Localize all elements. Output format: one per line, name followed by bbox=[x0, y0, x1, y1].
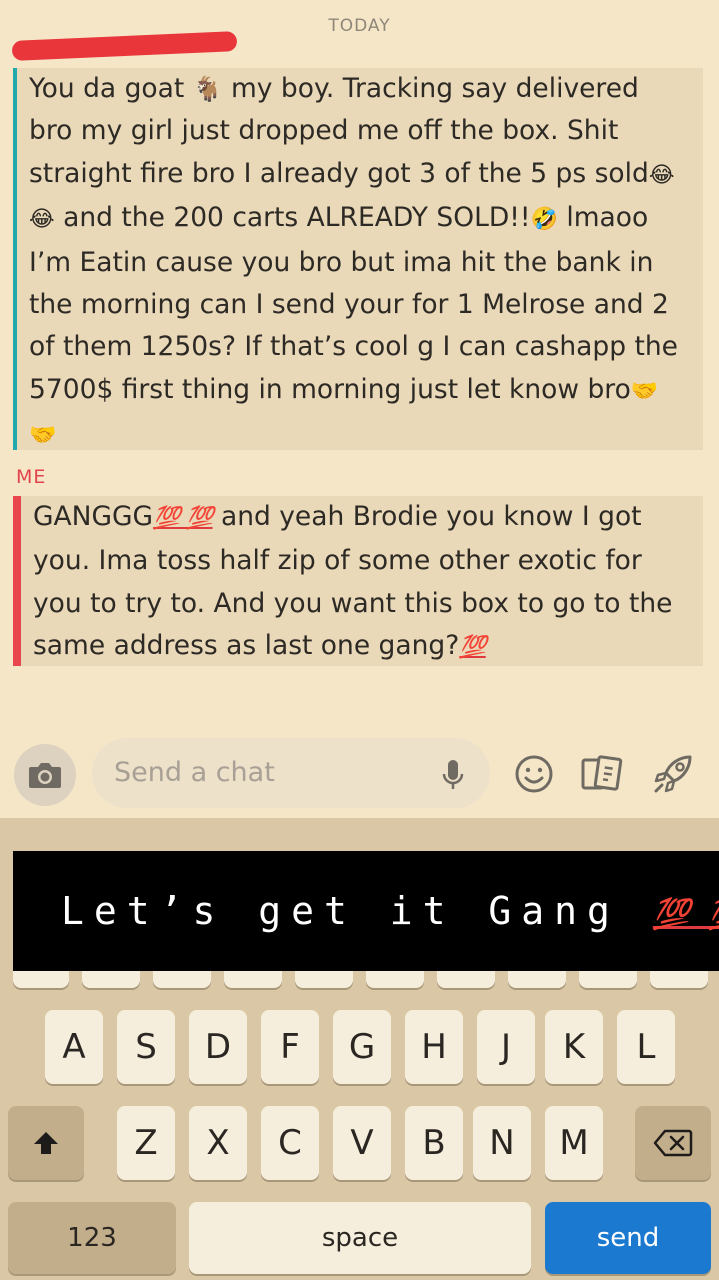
key-j[interactable]: J bbox=[477, 1010, 535, 1084]
key-d[interactable]: D bbox=[189, 1010, 247, 1084]
emoji-button[interactable] bbox=[512, 752, 556, 796]
shift-key[interactable] bbox=[8, 1106, 84, 1180]
outgoing-message: GANGGG💯 💯 and yeah Brodie you know I got… bbox=[13, 496, 703, 666]
send-chat-input[interactable] bbox=[114, 752, 424, 792]
chat-composer bbox=[0, 736, 719, 812]
sender-label-me: ME bbox=[16, 466, 47, 488]
key-b[interactable]: B bbox=[405, 1106, 463, 1180]
caption-text: Let’s get it Gang 💯 💯 bbox=[13, 889, 719, 933]
hundred-points-emoji: 💯 bbox=[459, 635, 486, 661]
rocket-icon bbox=[654, 755, 692, 793]
goat-emoji: 🐐 bbox=[192, 75, 223, 103]
key-v[interactable]: V bbox=[333, 1106, 391, 1180]
backspace-icon bbox=[653, 1129, 693, 1157]
shift-arrow-icon bbox=[34, 1132, 58, 1154]
hundred-points-emoji: 💯 💯 bbox=[652, 897, 719, 932]
message-text-segment: and the 200 carts ALREADY SOLD!! bbox=[54, 202, 531, 234]
key-c[interactable]: C bbox=[261, 1106, 319, 1180]
hundred-points-emoji: 💯 💯 bbox=[153, 506, 213, 531]
chat-input-pill bbox=[92, 738, 490, 808]
outgoing-message-bar bbox=[13, 496, 21, 666]
space-key[interactable]: space bbox=[189, 1202, 531, 1274]
numbers-key[interactable]: 123 bbox=[8, 1202, 176, 1274]
rofl-emoji: 🤣 bbox=[530, 207, 558, 233]
camera-button[interactable] bbox=[14, 744, 76, 806]
incoming-message-bar bbox=[13, 68, 17, 450]
caption-words: Let’s get it Gang bbox=[61, 889, 653, 933]
backspace-key[interactable] bbox=[635, 1106, 711, 1180]
message-text-segment: You da goat bbox=[29, 73, 193, 104]
key-a[interactable]: A bbox=[45, 1010, 103, 1084]
incoming-message: You da goat 🐐 my boy. Tracking say deliv… bbox=[13, 68, 703, 450]
camera-icon bbox=[29, 763, 61, 788]
caption-overlay: Let’s get it Gang 💯 💯 bbox=[13, 851, 719, 971]
microphone-icon bbox=[442, 760, 464, 789]
key-z[interactable]: Z bbox=[117, 1106, 175, 1180]
date-header: TODAY bbox=[328, 16, 391, 36]
key-h[interactable]: H bbox=[405, 1010, 463, 1084]
key-m[interactable]: M bbox=[545, 1106, 603, 1180]
key-f[interactable]: F bbox=[261, 1010, 319, 1084]
key-x[interactable]: X bbox=[189, 1106, 247, 1180]
smiley-icon bbox=[515, 755, 553, 793]
key-l[interactable]: L bbox=[617, 1010, 675, 1084]
outgoing-message-text: GANGGG💯 💯 and yeah Brodie you know I got… bbox=[29, 496, 687, 670]
rocket-button[interactable] bbox=[652, 752, 696, 796]
key-g[interactable]: G bbox=[333, 1010, 391, 1084]
send-key[interactable]: send bbox=[545, 1202, 711, 1274]
key-n[interactable]: N bbox=[473, 1106, 531, 1180]
key-k[interactable]: K bbox=[545, 1010, 603, 1084]
stickers-button[interactable] bbox=[580, 752, 624, 796]
key-s[interactable]: S bbox=[117, 1010, 175, 1084]
sticker-cards-icon bbox=[581, 755, 623, 791]
incoming-message-text: You da goat 🐐 my boy. Tracking say deliv… bbox=[29, 68, 687, 458]
message-text-segment: GANGGG bbox=[33, 501, 154, 532]
microphone-button[interactable] bbox=[438, 758, 468, 792]
